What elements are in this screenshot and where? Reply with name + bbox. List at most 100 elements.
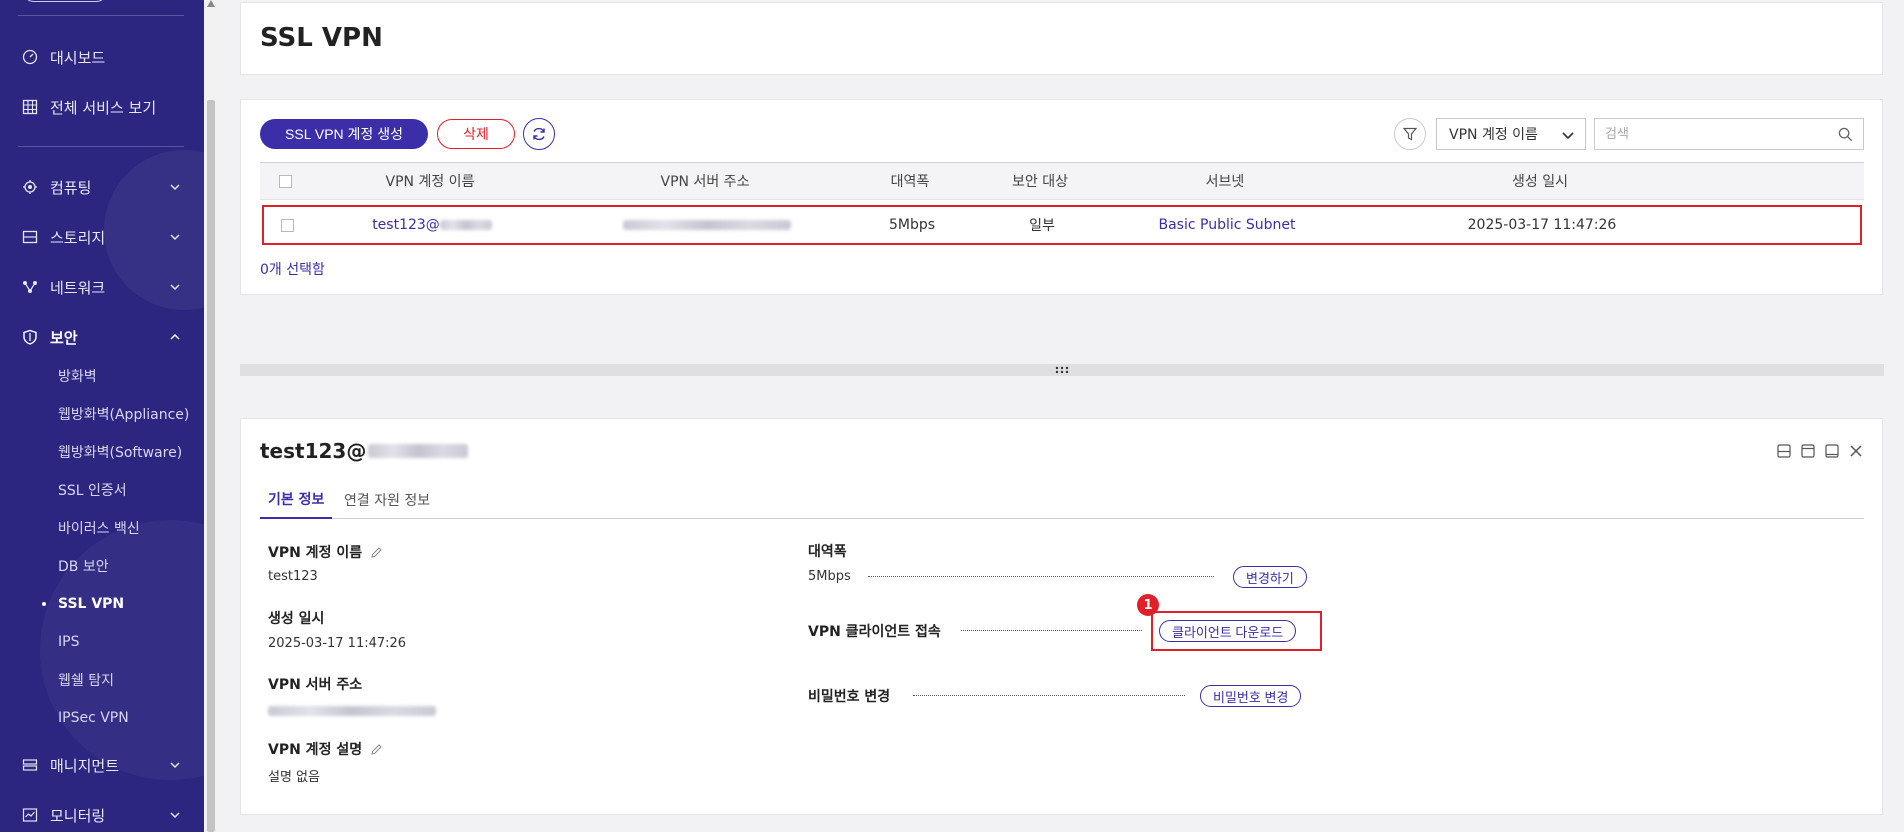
cpu-icon xyxy=(22,179,38,195)
sidebar-sub-ssl-cert[interactable]: SSL 인증서 xyxy=(58,477,196,503)
create-vpn-account-button[interactable]: SSL VPN 계정 생성 xyxy=(260,119,428,149)
sidebar-item-network[interactable]: 네트워크 xyxy=(22,272,186,302)
panel-splitter[interactable] xyxy=(240,364,1884,376)
sidebar-sub-waf-appliance[interactable]: 웹방화벽(Appliance) xyxy=(58,401,196,427)
column-header[interactable]: 대역폭 xyxy=(850,163,970,199)
page-title: SSL VPN xyxy=(260,23,383,53)
password-change-label: 비밀번호 변경 xyxy=(808,689,891,705)
description-value: 설명 없음 xyxy=(268,770,320,785)
search-icon[interactable] xyxy=(1838,127,1853,142)
client-access-label: VPN 클라이언트 접속 xyxy=(808,624,941,640)
sidebar-item-management[interactable]: 매니지먼트 xyxy=(22,750,186,780)
sidebar-divider xyxy=(18,15,184,16)
tab-connected-resources[interactable]: 연결 자원 정보 xyxy=(336,481,438,519)
column-header[interactable]: 생성 일시 xyxy=(1440,163,1640,199)
close-icon[interactable] xyxy=(1848,443,1864,459)
sidebar-sub-db-security[interactable]: DB 보안 xyxy=(58,553,196,579)
sidebar-sub-ssl-vpn[interactable]: SSL VPN xyxy=(42,591,196,617)
chevron-down-icon xyxy=(170,812,180,819)
redacted-text xyxy=(623,220,791,230)
select-value: VPN 계정 이름 xyxy=(1449,127,1538,143)
column-header[interactable]: VPN 계정 이름 xyxy=(325,163,535,199)
bandwidth-value: 5Mbps xyxy=(808,569,851,584)
sidebar-sub-ipsec-vpn[interactable]: IPSec VPN xyxy=(58,705,196,731)
change-bandwidth-button[interactable]: 변경하기 xyxy=(1233,566,1307,588)
sidebar-sub-ips[interactable]: IPS xyxy=(58,629,196,655)
server-address-label: VPN 서버 주소 xyxy=(268,677,363,693)
sidebar-sub-waf-software[interactable]: 웹방화벽(Software) xyxy=(58,439,196,465)
tab-basic-info[interactable]: 기본 정보 xyxy=(260,481,333,519)
sidebar-item-computing[interactable]: 컴퓨팅 xyxy=(22,172,186,202)
detail-title-text: test123@ xyxy=(260,439,367,463)
column-header[interactable]: VPN 서버 주소 xyxy=(600,163,810,199)
restore-panel-icon[interactable] xyxy=(1800,443,1816,459)
column-header[interactable]: 보안 대상 xyxy=(980,163,1100,199)
leader-line xyxy=(913,695,1185,696)
dashboard-icon xyxy=(22,49,38,65)
row-checkbox[interactable] xyxy=(280,218,294,232)
sidebar-item-label: 전체 서비스 보기 xyxy=(50,98,157,117)
sidebar-top-button[interactable] xyxy=(22,0,108,2)
step-badge: 1 xyxy=(1137,594,1159,616)
vpn-account-name-link[interactable]: test123@ xyxy=(372,217,440,233)
search-input[interactable] xyxy=(1595,119,1825,149)
vpn-server-address-cell xyxy=(602,207,812,243)
storage-icon xyxy=(22,229,38,245)
sidebar-item-label: 대시보드 xyxy=(50,48,106,67)
filter-button[interactable] xyxy=(1394,118,1426,150)
sidebar-sub-firewall[interactable]: 방화벽 xyxy=(58,363,196,389)
chevron-down-icon xyxy=(170,284,180,291)
select-all-checkbox[interactable] xyxy=(278,174,292,188)
column-header[interactable]: 서브넷 xyxy=(1120,163,1330,199)
delete-button[interactable]: 삭제 xyxy=(437,119,515,149)
search-box xyxy=(1594,118,1864,150)
chevron-down-icon xyxy=(170,762,180,769)
created-value: 2025-03-17 11:47:26 xyxy=(268,636,407,651)
refresh-button[interactable] xyxy=(523,118,555,150)
sidebar-item-label: 매니지먼트 xyxy=(50,756,120,775)
detail-title: test123@ xyxy=(260,439,469,463)
search-field-select[interactable]: VPN 계정 이름 xyxy=(1436,118,1586,150)
leader-line xyxy=(868,576,1214,577)
sidebar-item-security[interactable]: 보안 xyxy=(22,322,186,352)
maximize-panel-icon[interactable] xyxy=(1824,443,1840,459)
password-change-button[interactable]: 비밀번호 변경 xyxy=(1200,685,1302,707)
sidebar-sub-antivirus[interactable]: 바이러스 백신 xyxy=(58,515,196,541)
redacted-text xyxy=(268,705,436,716)
edit-pencil-icon[interactable] xyxy=(370,546,383,559)
redacted-text xyxy=(368,444,469,458)
filter-icon xyxy=(1402,127,1418,141)
created-label: 생성 일시 xyxy=(268,611,325,627)
sidebar-item-label: 모니터링 xyxy=(50,806,106,825)
network-icon xyxy=(22,279,38,295)
scrollbar-thumb[interactable] xyxy=(207,100,215,832)
sidebar-item-label: 네트워크 xyxy=(50,278,106,297)
subnet-cell[interactable]: Basic Public Subnet xyxy=(1122,207,1332,243)
panel-controls xyxy=(1776,443,1864,459)
vpn-list-panel: SSL VPN 계정 생성 삭제 VPN 계정 이름 VPN 계정 이름 VPN… xyxy=(240,99,1883,295)
sidebar-divider xyxy=(18,146,184,147)
current-indicator xyxy=(42,602,46,606)
sidebar-item-storage[interactable]: 스토리지 xyxy=(22,222,186,252)
edit-pencil-icon[interactable] xyxy=(370,743,383,756)
sidebar-item-label: 컴퓨팅 xyxy=(50,178,92,197)
refresh-icon xyxy=(533,127,545,141)
client-download-button[interactable]: 클라이언트 다운로드 xyxy=(1159,620,1297,642)
chevron-down-icon xyxy=(170,234,180,241)
sidebar-item-all-services[interactable]: 전체 서비스 보기 xyxy=(22,92,186,122)
account-name-label: VPN 계정 이름 xyxy=(268,542,383,562)
table-row[interactable]: test123@ 5Mbps 일부 Basic Public Subnet 20… xyxy=(262,205,1862,245)
sidebar-scrollbar[interactable] xyxy=(204,0,218,832)
vpn-account-name-cell[interactable]: test123@ xyxy=(327,207,537,243)
sidebar-item-dashboard[interactable]: 대시보드 xyxy=(22,42,186,72)
subnet-link[interactable]: Basic Public Subnet xyxy=(1158,217,1295,233)
minimize-panel-icon[interactable] xyxy=(1776,443,1792,459)
sidebar-item-monitoring[interactable]: 모니터링 xyxy=(22,800,186,830)
drag-handle-icon[interactable] xyxy=(1055,366,1069,374)
scroll-up-arrow-icon[interactable] xyxy=(207,0,215,7)
monitoring-icon xyxy=(22,807,38,823)
sidebar-sub-webshell[interactable]: 웹쉘 탐지 xyxy=(58,667,196,693)
security-target-cell: 일부 xyxy=(1029,218,1055,234)
description-label: VPN 계정 설명 xyxy=(268,739,383,759)
chevron-down-icon xyxy=(1562,132,1574,140)
